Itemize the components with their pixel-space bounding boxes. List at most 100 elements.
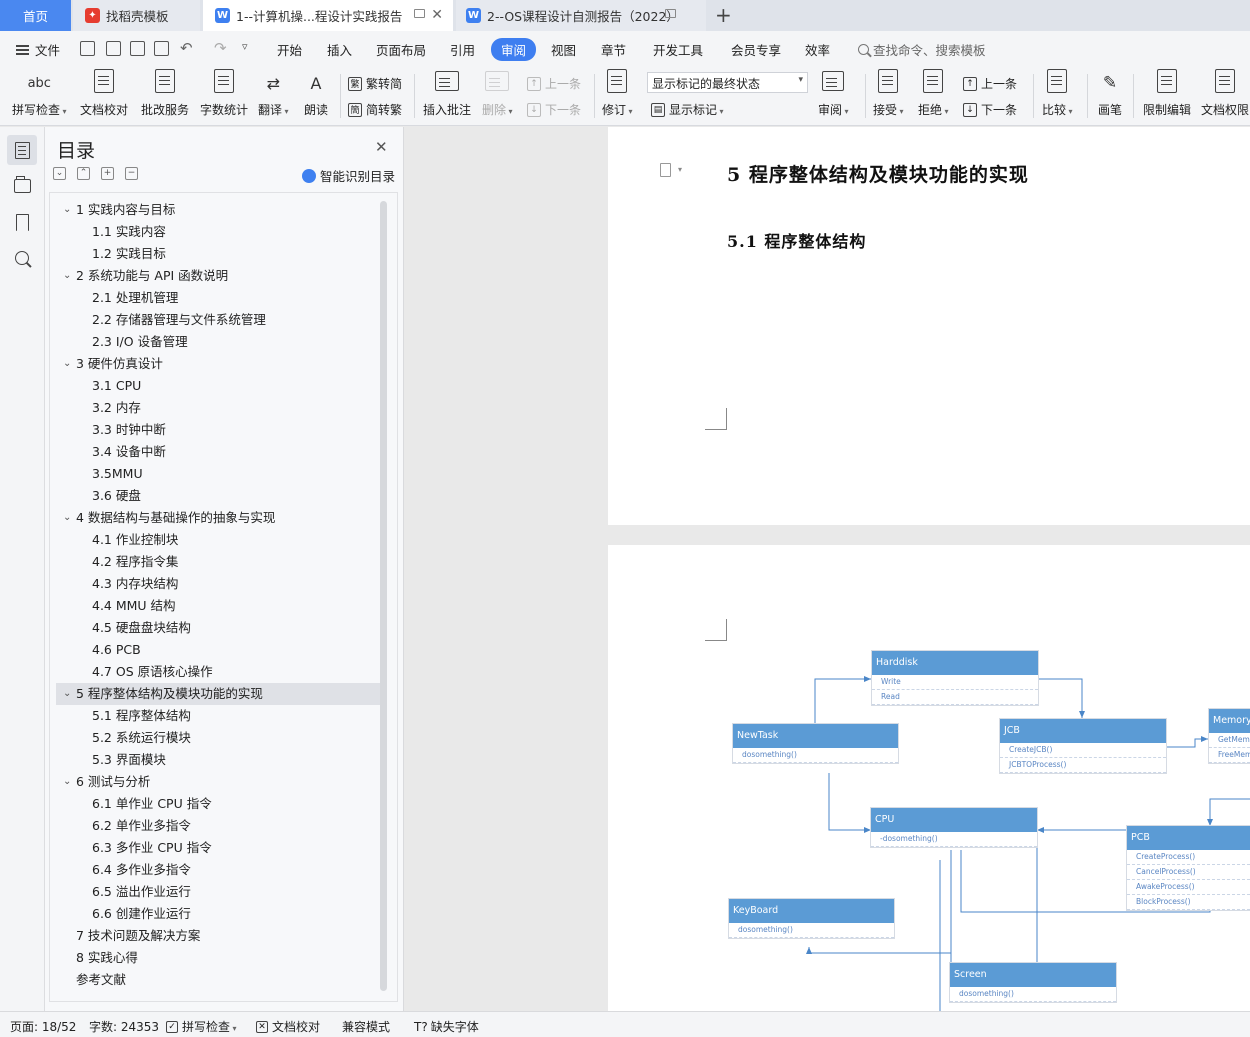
bookmark-button[interactable]: [7, 207, 37, 237]
markup-mode-select[interactable]: 显示标记的最终状态: [647, 72, 808, 93]
chevron-down-icon[interactable]: ⌄: [63, 199, 71, 221]
tab-document-2[interactable]: W 2--OS课程设计自测报告（2022）: [456, 0, 706, 31]
uml-class-pcb[interactable]: PCB CreateProcess() CancelProcess() Awak…: [1127, 826, 1250, 910]
uml-class-screen[interactable]: Screen dosomething(): [950, 963, 1116, 1002]
tab-home[interactable]: 首页: [0, 0, 71, 31]
collapse-all-icon[interactable]: ⌃: [77, 167, 90, 180]
close-icon[interactable]: ✕: [375, 138, 388, 156]
uml-class-jcb[interactable]: JCB CreateJCB() JCBTOProcess(): [1000, 719, 1166, 773]
uml-class-harddisk[interactable]: Harddisk Write Read: [872, 651, 1038, 705]
uml-class-cpu[interactable]: CPU -dosomething(): [871, 808, 1037, 847]
toc-item[interactable]: 5.1 程序整体结构: [56, 705, 381, 727]
toc-item[interactable]: 3.6 硬盘: [56, 485, 381, 507]
monitor-icon[interactable]: [414, 9, 425, 18]
toc-item[interactable]: ⌄ 2 系统功能与 API 函数说明: [56, 265, 381, 287]
toc-item[interactable]: 参考文献: [56, 969, 381, 991]
toc-item[interactable]: 1.1 实践内容: [56, 221, 381, 243]
spell-check-toggle[interactable]: ✓ 拼写检查: [166, 1018, 237, 1035]
doc-proof-button[interactable]: 文档校对: [80, 68, 128, 118]
toc-item[interactable]: 1.2 实践目标: [56, 243, 381, 265]
smart-toc-button[interactable]: 智能识别目录: [302, 166, 395, 185]
menu-developer[interactable]: 开发工具: [653, 40, 703, 59]
doc-permission-button[interactable]: 文档权限: [1201, 68, 1249, 118]
track-changes-button[interactable]: 修订: [602, 68, 633, 118]
toc-item[interactable]: 4.1 作业控制块: [56, 529, 381, 551]
toc-item[interactable]: 2.2 存储器管理与文件系统管理: [56, 309, 381, 331]
toc-item[interactable]: ⌄ 4 数据结构与基础操作的抽象与实现: [56, 507, 381, 529]
toc-item[interactable]: 3.3 时钟中断: [56, 419, 381, 441]
page-indicator[interactable]: 页面: 18/52: [10, 1018, 76, 1035]
menu-page-layout[interactable]: 页面布局: [376, 40, 426, 59]
pen-button[interactable]: ✎ 画笔: [1097, 70, 1123, 118]
spell-check-button[interactable]: abc 拼写检查: [12, 70, 67, 118]
word-count-indicator[interactable]: 字数: 24353: [89, 1018, 159, 1035]
file-menu-button[interactable]: 文件: [16, 40, 60, 59]
toc-item[interactable]: 6.2 单作业多指令: [56, 815, 381, 837]
chevron-down-icon[interactable]: ⌄: [63, 507, 71, 529]
compare-button[interactable]: 比较: [1042, 68, 1073, 118]
print-icon[interactable]: [130, 41, 145, 56]
prev-change-button[interactable]: ↑ 上一条: [963, 75, 1017, 92]
close-tab-icon[interactable]: ✕: [431, 8, 443, 22]
toc-item[interactable]: 3.2 内存: [56, 397, 381, 419]
chevron-down-icon[interactable]: ⌄: [63, 353, 71, 375]
uml-class-newtask[interactable]: NewTask dosomething(): [733, 724, 898, 763]
menu-efficiency[interactable]: 效率: [805, 40, 830, 59]
print-preview-icon[interactable]: [154, 41, 169, 56]
undo-icon[interactable]: ↶: [180, 39, 193, 57]
toc-item[interactable]: 5.2 系统运行模块: [56, 727, 381, 749]
toc-item[interactable]: 4.6 PCB: [56, 639, 381, 661]
toc-item[interactable]: 8 实践心得: [56, 947, 381, 969]
document-canvas[interactable]: ▾ 5 程序整体结构及模块功能的实现 5.1 程序整体结构 Harddisk W…: [405, 127, 1250, 1011]
toc-item[interactable]: 6.4 多作业多指令: [56, 859, 381, 881]
insert-comment-button[interactable]: 插入批注: [423, 70, 471, 118]
find-button[interactable]: [7, 243, 37, 273]
next-comment-button[interactable]: ↓ 下一条: [527, 101, 581, 118]
menu-start[interactable]: 开始: [277, 40, 302, 59]
chevron-down-icon[interactable]: ⌄: [63, 771, 71, 793]
toc-item[interactable]: ⌄ 3 硬件仿真设计: [56, 353, 381, 375]
reject-button[interactable]: 拒绝: [918, 68, 949, 118]
toc-item[interactable]: 6.5 溢出作业运行: [56, 881, 381, 903]
toc-item[interactable]: 3.5MMU: [56, 463, 381, 485]
word-count-button[interactable]: 字数统计: [200, 68, 248, 118]
menu-membership[interactable]: 会员专享: [731, 40, 781, 59]
next-change-button[interactable]: ↓ 下一条: [963, 101, 1017, 118]
toc-item[interactable]: 4.5 硬盘盘块结构: [56, 617, 381, 639]
menu-chapter[interactable]: 章节: [601, 40, 626, 59]
toc-item[interactable]: 4.7 OS 原语核心操作: [56, 661, 381, 683]
review-pane-button[interactable]: 审阅: [818, 70, 849, 118]
toc-item[interactable]: 2.3 I/O 设备管理: [56, 331, 381, 353]
toc-panel-button[interactable]: [7, 135, 37, 165]
read-aloud-button[interactable]: A 朗读: [303, 70, 329, 118]
chapter-nav-button[interactable]: [7, 171, 37, 201]
show-markup-button[interactable]: ▤ 显示标记: [651, 101, 724, 118]
add-heading-icon[interactable]: +: [101, 167, 114, 180]
new-tab-button[interactable]: +: [715, 4, 732, 26]
toc-item[interactable]: 3.1 CPU: [56, 375, 381, 397]
simp-to-trad-button[interactable]: 簡 简转繁: [348, 101, 402, 118]
toc-item[interactable]: 4.4 MMU 结构: [56, 595, 381, 617]
menu-references[interactable]: 引用: [450, 40, 475, 59]
toc-item[interactable]: 3.4 设备中断: [56, 441, 381, 463]
prev-comment-button[interactable]: ↑ 上一条: [527, 75, 581, 92]
delete-comment-button[interactable]: 删除: [482, 70, 513, 118]
toc-item[interactable]: 4.3 内存块结构: [56, 573, 381, 595]
toc-item[interactable]: 6.6 创建作业运行: [56, 903, 381, 925]
chevron-down-icon[interactable]: ⌄: [63, 265, 71, 287]
customize-quick-access-icon[interactable]: ▿: [242, 40, 248, 53]
toc-item[interactable]: 2.1 处理机管理: [56, 287, 381, 309]
menu-insert[interactable]: 插入: [327, 40, 352, 59]
tab-document-1[interactable]: W 1--计算机操...程设计实践报告 ✕: [203, 0, 453, 31]
toc-item[interactable]: 6.3 多作业 CPU 指令: [56, 837, 381, 859]
translate-button[interactable]: ⇄ 翻译: [258, 70, 289, 118]
remove-heading-icon[interactable]: −: [125, 167, 138, 180]
restrict-edit-button[interactable]: 限制编辑: [1143, 68, 1191, 118]
toc-item[interactable]: ⌄ 5 程序整体结构及模块功能的实现: [56, 683, 381, 705]
trad-to-simp-button[interactable]: 繁 繁转简: [348, 75, 402, 92]
uml-class-keyboard[interactable]: KeyBoard dosomething(): [729, 899, 894, 938]
command-search-input[interactable]: 查找命令、搜索模板: [858, 40, 986, 59]
doc-proof-status-button[interactable]: ✕ 文档校对: [256, 1018, 320, 1035]
monitor-icon[interactable]: [665, 9, 676, 18]
menu-review[interactable]: 审阅: [491, 38, 537, 61]
